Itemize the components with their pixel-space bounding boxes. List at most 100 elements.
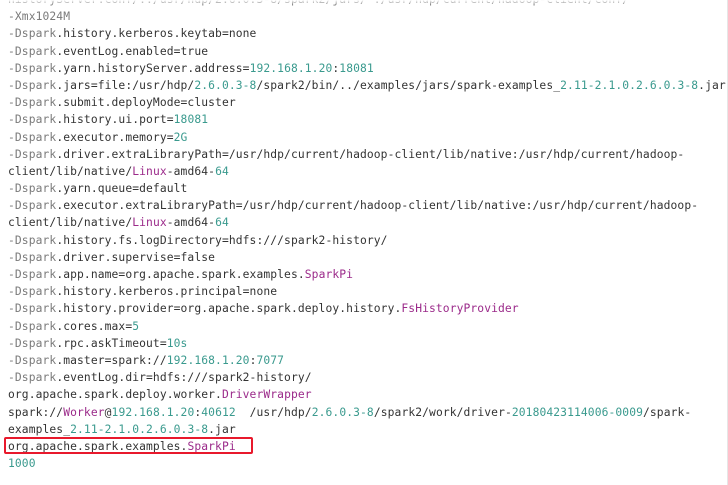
code-line: -Dspark.executor.memory=2G <box>8 129 726 146</box>
command-listing: historyServer.conf/../usr/hdp/2.6.0.3-8/… <box>0 0 726 472</box>
code-token: -Dspark <box>8 61 57 75</box>
code-token: -Dspark <box>8 250 57 264</box>
code-token: -Dspark <box>8 78 57 92</box>
code-line: -Dspark.rpc.askTimeout=10s <box>8 335 726 352</box>
code-line: 1000 <box>8 455 726 472</box>
code-line: historyServer.conf/../usr/hdp/2.6.0.3-8/… <box>8 0 726 8</box>
code-token: /spark2/bin/../examples/jars/spark-examp… <box>256 78 561 92</box>
code-token: Worker <box>63 405 105 419</box>
code-token: -Dspark <box>8 44 57 58</box>
code-token: .history.fs.logDirectory=hdfs:///spark2-… <box>56 233 388 247</box>
code-token: 2.11-2.1.0.2.6.0.3-8 <box>70 422 209 436</box>
code-token: 2.11-2.1.0.2.6.0.3-8 <box>560 78 699 92</box>
code-token: client/lib/native/ <box>8 216 133 230</box>
code-token: DriverWrapper <box>221 388 312 402</box>
code-token: .master=spark:// <box>56 353 167 367</box>
code-line: -Dspark.eventLog.enabled=true <box>8 43 726 60</box>
code-line: client/lib/native/Linux-amd64-64 <box>8 163 726 180</box>
code-line: spark://Worker@192.168.1.20:40612 /usr/h… <box>8 404 726 421</box>
code-token: .cores.max= <box>56 319 133 333</box>
code-token: -Dspark <box>8 371 57 385</box>
code-token: .eventLog.enabled=true <box>56 44 209 58</box>
code-token: .yarn.queue=default <box>56 182 188 196</box>
code-token: .app.name=org.apache.spark.examples. <box>56 268 305 281</box>
code-token: 2.6.0.3-8 <box>194 78 257 92</box>
code-token: 2G <box>173 130 188 144</box>
code-token: -Dspark <box>8 268 57 281</box>
code-line: -Dspark.cores.max=5 <box>8 318 726 335</box>
code-token: FsHistoryProvider <box>401 302 519 316</box>
code-token: 20180423114006-0009 <box>511 405 643 419</box>
code-token: -Dspark <box>8 147 57 161</box>
code-token: -Dspark <box>8 336 57 350</box>
code-line: -Dspark.history.fs.logDirectory=hdfs:///… <box>8 232 726 249</box>
code-token: .submit.deployMode=cluster <box>56 96 236 110</box>
code-token: .rpc.askTimeout= <box>56 336 167 350</box>
code-line: -Dspark.submit.deployMode=cluster <box>8 94 726 111</box>
code-line: -Dspark.history.provider=org.apache.spar… <box>8 300 726 317</box>
code-token: -amd64- <box>166 164 216 178</box>
code-token: -Dspark <box>8 302 57 316</box>
code-token: examples_ <box>8 422 71 436</box>
code-token: -Dspark <box>8 233 57 247</box>
code-line: -Dspark.history.kerberos.principal=none <box>8 283 726 300</box>
code-token: .eventLog.dir=hdfs:///spark2-history/ <box>56 371 312 385</box>
code-token: .jar <box>208 422 236 436</box>
code-token: /usr/hdp/ <box>235 405 312 419</box>
code-token: SparkPi <box>187 439 236 453</box>
code-token: client/lib/native/ <box>8 164 133 178</box>
code-token: org.apache.spark.examples. <box>8 439 188 453</box>
code-token: 18081 <box>173 113 209 127</box>
code-line: -Dspark.driver.supervise=false <box>8 249 726 266</box>
code-token: 192.168.1.20 <box>166 353 250 367</box>
code-line: -Dspark.yarn.queue=default <box>8 180 726 197</box>
code-token: org.apache.spark.deploy.worker. <box>8 388 222 402</box>
code-token: @ <box>104 405 112 419</box>
code-token: Linux <box>132 164 167 178</box>
code-token: -Dspark <box>8 96 57 110</box>
highlighted-code-line: org.apache.spark.examples.SparkPi <box>8 438 726 455</box>
code-token: 192.168.1.20 <box>111 405 195 419</box>
code-line: -Dspark.master=spark://192.168.1.20:7077 <box>8 352 726 369</box>
code-token: historyServer.conf/../usr/hdp/2.6.0.3-8/… <box>8 0 629 6</box>
code-token: -Dspark <box>8 319 57 333</box>
code-line: examples_2.11-2.1.0.2.6.0.3-8.jar <box>8 421 726 438</box>
code-token: /spark- <box>643 405 692 419</box>
code-token: -Dspark <box>8 182 57 196</box>
code-line: -Dspark.jars=file:/usr/hdp/2.6.0.3-8/spa… <box>8 77 726 94</box>
code-token: -Dspark <box>8 27 57 41</box>
code-token: 64 <box>215 216 229 230</box>
code-token: -Dspark <box>8 285 57 299</box>
code-line: -Dspark.history.ui.port=18081 <box>8 111 726 128</box>
code-line: -Dspark.history.kerberos.keytab=none <box>8 25 726 42</box>
code-line: -Dspark.app.name=org.apache.spark.exampl… <box>8 266 726 283</box>
code-line: -Dspark.yarn.historyServer.address=192.1… <box>8 60 726 77</box>
code-line: client/lib/native/Linux-amd64-64 <box>8 214 726 231</box>
code-line: -Dspark.eventLog.dir=hdfs:///spark2-hist… <box>8 369 726 386</box>
code-token: .jar <box>698 78 726 92</box>
code-token: .jars=file:/usr/hdp/ <box>56 78 195 92</box>
code-token: -Dspark <box>8 199 57 213</box>
code-line: -Dspark.executor.extraLibraryPath=/usr/h… <box>8 197 726 214</box>
code-token: 5 <box>132 319 140 333</box>
code-output-panel: historyServer.conf/../usr/hdp/2.6.0.3-8/… <box>0 0 728 485</box>
code-line: org.apache.spark.deploy.worker.DriverWra… <box>8 386 726 403</box>
code-token: 192.168.1.20 <box>249 61 333 75</box>
code-token: 1000 <box>8 457 36 471</box>
code-token: -Dspark <box>8 353 57 367</box>
code-token: -amd64- <box>166 216 216 230</box>
code-token: -Dspark <box>8 130 57 144</box>
code-token: .executor.memory= <box>56 130 174 144</box>
code-token: .executor.extraLibraryPath=/usr/hdp/curr… <box>56 199 699 213</box>
code-token: 40612 <box>201 405 236 419</box>
code-line: -Dspark.driver.extraLibraryPath=/usr/hdp… <box>8 146 726 163</box>
code-token: .driver.supervise=false <box>56 250 216 264</box>
code-token: .yarn.historyServer.address= <box>56 61 250 75</box>
code-token: .history.kerberos.principal=none <box>56 285 278 299</box>
code-token: 64 <box>215 164 229 178</box>
code-token: 2.6.0.3-8 <box>311 405 374 419</box>
code-token: -Xmx1024M <box>8 10 71 24</box>
code-token: 10s <box>166 336 188 350</box>
code-token: .driver.extraLibraryPath=/usr/hdp/curren… <box>56 147 685 161</box>
code-line: -Xmx1024M <box>8 8 726 25</box>
